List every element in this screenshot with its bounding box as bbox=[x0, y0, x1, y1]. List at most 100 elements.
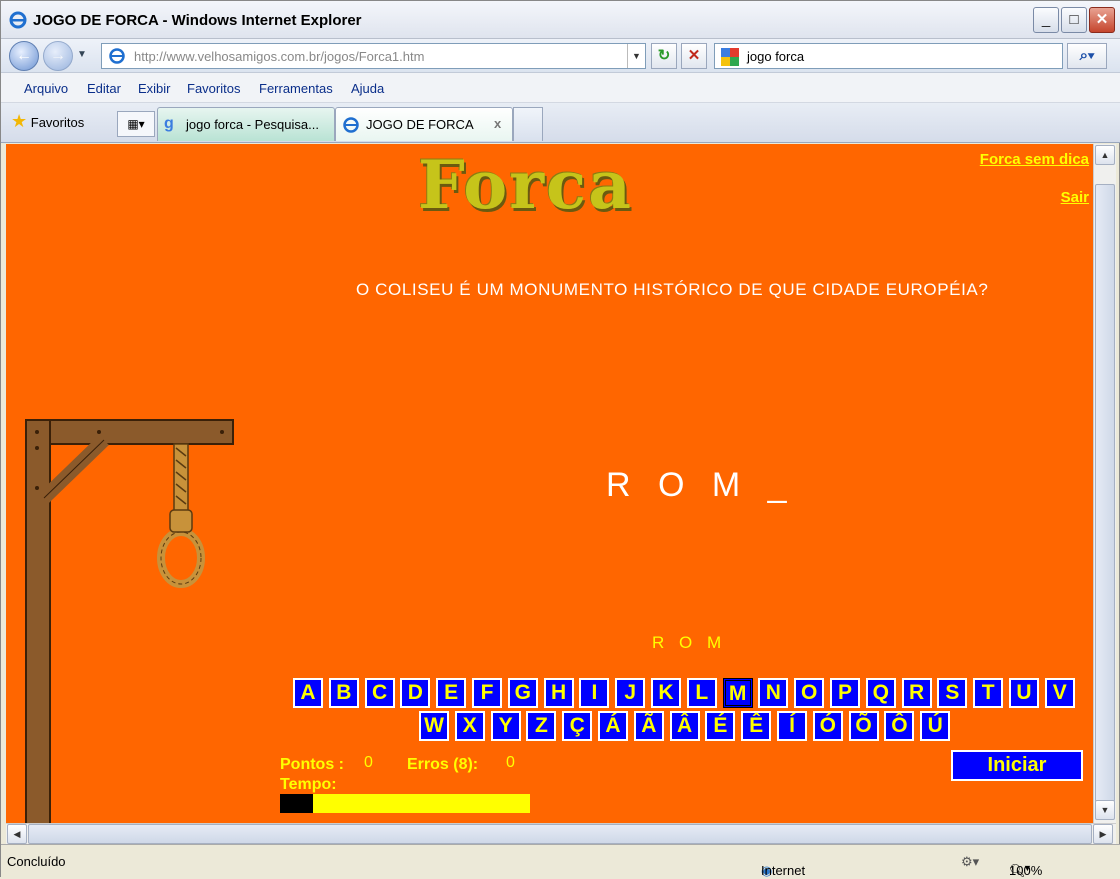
letter-key[interactable]: V bbox=[1044, 678, 1075, 708]
letter-key[interactable]: A bbox=[293, 678, 323, 708]
url-field[interactable]: http://www.velhosamigos.com.br/jogos/For… bbox=[101, 43, 646, 69]
letter-key[interactable]: X bbox=[454, 711, 485, 741]
exit-link[interactable]: Sair bbox=[1061, 189, 1089, 206]
letter-key[interactable]: E bbox=[436, 678, 467, 708]
menu-arquivo[interactable]: Arquivo bbox=[24, 81, 68, 96]
menu-exibir[interactable]: Exibir bbox=[138, 81, 171, 96]
scroll-up-icon[interactable]: ▲ bbox=[1095, 145, 1115, 165]
new-tab-button[interactable] bbox=[513, 107, 543, 141]
url-text: http://www.velhosamigos.com.br/jogos/For… bbox=[134, 49, 425, 64]
letter-key[interactable]: Q bbox=[865, 678, 896, 708]
letter-key[interactable]: B bbox=[328, 678, 359, 708]
letter-key[interactable]: Ã bbox=[633, 711, 664, 741]
letter-key[interactable]: É bbox=[705, 711, 736, 741]
letter-key[interactable]: Ç bbox=[562, 711, 593, 741]
history-dropdown-icon[interactable]: ▼ bbox=[77, 49, 87, 60]
google-tab-icon: g bbox=[164, 115, 174, 132]
horizontal-scrollbar[interactable]: ◀ ▶ bbox=[6, 823, 1116, 844]
zoom-dropdown-icon: ▼ bbox=[1023, 863, 1032, 873]
letter-key[interactable]: S bbox=[937, 678, 968, 708]
browser-window: JOGO DE FORCA - Windows Internet Explore… bbox=[0, 0, 1120, 878]
tab-close-icon[interactable]: x bbox=[494, 116, 501, 131]
start-button[interactable]: Iniciar bbox=[951, 750, 1083, 781]
menu-bar: Arquivo Editar Exibir Favoritos Ferramen… bbox=[1, 73, 1120, 103]
letter-key[interactable]: I bbox=[579, 678, 610, 708]
quick-tabs-button[interactable]: ▦▾ bbox=[117, 111, 155, 137]
letter-key[interactable]: T bbox=[973, 678, 1004, 708]
letter-key[interactable]: F bbox=[472, 678, 502, 708]
secret-word: R O M _ bbox=[606, 466, 796, 504]
ie-page-icon bbox=[109, 48, 125, 64]
favorites-button[interactable]: ★ Favoritos bbox=[11, 111, 84, 132]
points-label: Pontos : bbox=[280, 756, 344, 773]
letter-key[interactable]: Y bbox=[490, 711, 521, 741]
ie-tab-icon bbox=[343, 117, 359, 133]
letter-key[interactable]: N bbox=[758, 678, 789, 708]
star-icon: ★ bbox=[11, 111, 28, 131]
no-hint-link[interactable]: Forca sem dica bbox=[980, 151, 1089, 168]
letter-key[interactable]: D bbox=[400, 678, 431, 708]
letter-key[interactable]: Ó bbox=[812, 711, 843, 741]
time-progress-fill bbox=[280, 794, 313, 813]
letter-key[interactable]: Ê bbox=[741, 711, 772, 741]
scroll-down-icon[interactable]: ▼ bbox=[1095, 800, 1115, 820]
refresh-button[interactable]: ↻ bbox=[651, 43, 677, 69]
search-field[interactable]: jogo forca bbox=[714, 43, 1063, 69]
back-button[interactable]: ← bbox=[9, 41, 39, 71]
forward-button[interactable]: → bbox=[43, 41, 73, 71]
address-bar: ← → ▼ http://www.velhosamigos.com.br/jog… bbox=[1, 39, 1120, 73]
menu-ajuda[interactable]: Ajuda bbox=[351, 81, 384, 96]
protected-mode-icon[interactable]: ⚙▾ bbox=[961, 854, 979, 870]
window-title: JOGO DE FORCA - Windows Internet Explore… bbox=[33, 12, 362, 29]
letter-key[interactable]: C bbox=[364, 678, 395, 708]
scroll-right-icon[interactable]: ▶ bbox=[1093, 824, 1113, 844]
google-icon bbox=[721, 48, 739, 66]
letter-key[interactable]: O bbox=[794, 678, 825, 708]
time-progress-bar bbox=[280, 794, 530, 813]
tab-bar: ★ Favoritos ▦▾ g jogo forca - Pesquisa..… bbox=[1, 103, 1120, 143]
letter-key[interactable]: L bbox=[686, 678, 717, 708]
letter-key[interactable]: Ú bbox=[920, 711, 951, 741]
letter-key[interactable]: H bbox=[543, 678, 574, 708]
letter-key[interactable]: Õ bbox=[848, 711, 879, 741]
question-text: O COLISEU É UM MONUMENTO HISTÓRICO DE QU… bbox=[356, 280, 989, 299]
page-content: Forca Forca sem dica Sair O COLISEU É UM… bbox=[6, 144, 1093, 823]
letter-key[interactable]: M bbox=[722, 678, 753, 708]
vertical-scrollbar[interactable]: ▲ ▼ bbox=[1093, 144, 1116, 823]
search-button[interactable]: ⌕▾ bbox=[1067, 43, 1107, 69]
menu-ferramentas[interactable]: Ferramentas bbox=[259, 81, 333, 96]
vertical-scroll-thumb[interactable] bbox=[1095, 184, 1115, 802]
letter-key[interactable]: Ô bbox=[884, 711, 915, 741]
status-bar: Concluído ◉ Internet ⚙▾ 🔍︎ 100% ▼ bbox=[1, 844, 1120, 878]
scroll-left-icon[interactable]: ◀ bbox=[7, 824, 27, 844]
letter-key[interactable]: Â bbox=[669, 711, 700, 741]
url-dropdown-icon[interactable]: ▼ bbox=[627, 44, 645, 68]
errors-value: 0 bbox=[506, 754, 515, 771]
letter-key[interactable]: J bbox=[615, 678, 646, 708]
horizontal-scroll-thumb[interactable] bbox=[28, 824, 1092, 844]
close-button[interactable]: ✕ bbox=[1089, 7, 1115, 33]
menu-favoritos[interactable]: Favoritos bbox=[187, 81, 240, 96]
letter-key[interactable]: R bbox=[901, 678, 932, 708]
letter-key[interactable]: G bbox=[507, 678, 538, 708]
tab-jogo-de-forca[interactable]: JOGO DE FORCA x bbox=[335, 107, 513, 141]
menu-editar[interactable]: Editar bbox=[87, 81, 121, 96]
letter-key[interactable]: U bbox=[1009, 678, 1039, 708]
points-value: 0 bbox=[364, 754, 373, 771]
letter-key[interactable]: Á bbox=[598, 711, 628, 741]
letter-key[interactable]: P bbox=[830, 678, 860, 708]
stop-button[interactable]: ✕ bbox=[681, 43, 707, 69]
time-label: Tempo: bbox=[280, 776, 337, 793]
zone-label: Internet bbox=[761, 863, 806, 878]
minimize-button[interactable]: _ bbox=[1033, 7, 1059, 33]
tab-google-search[interactable]: g jogo forca - Pesquisa... bbox=[157, 107, 335, 141]
letter-key[interactable]: K bbox=[651, 678, 681, 708]
status-text: Concluído bbox=[7, 854, 66, 869]
favorites-label: Favoritos bbox=[30, 115, 85, 130]
letter-key[interactable]: W bbox=[419, 711, 449, 741]
errors-label: Erros (8): bbox=[407, 756, 479, 773]
letter-key[interactable]: Í bbox=[777, 711, 807, 741]
letter-key[interactable]: Z bbox=[526, 711, 557, 741]
guessed-letters: R O M bbox=[652, 633, 727, 652]
maximize-button[interactable]: □ bbox=[1061, 7, 1087, 33]
